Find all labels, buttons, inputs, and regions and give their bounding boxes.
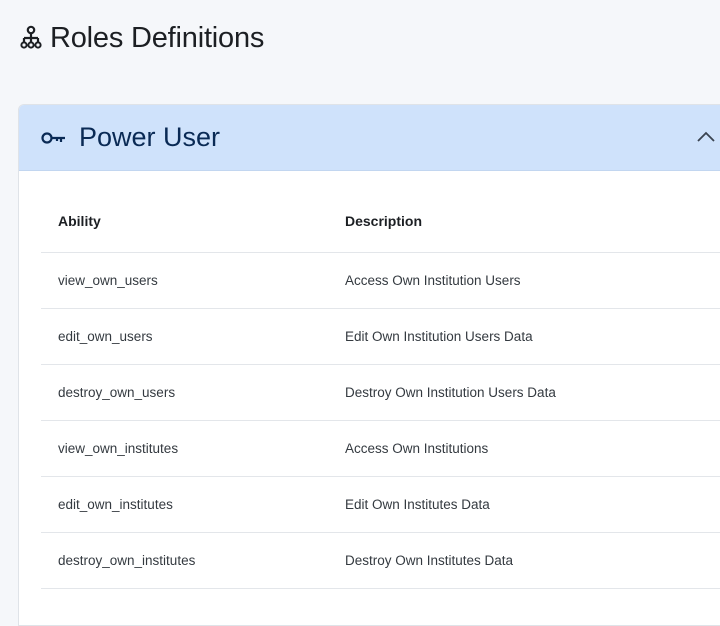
description-cell: Destroy Own Institution Users Data [328,364,720,421]
page-header: Roles Definitions [20,18,264,58]
description-cell: Edit Own Institutes Data [328,476,720,533]
key-icon [41,131,67,145]
ability-cell: edit_own_institutes [41,476,328,533]
table-header-row: Ability Description [41,190,720,253]
abilities-table: Ability Description view_own_users Acces… [41,190,720,589]
table-row: view_own_institutes Access Own Instituti… [41,420,720,477]
ability-cell: destroy_own_institutes [41,532,328,589]
ability-cell: destroy_own_users [41,364,328,421]
role-card-power-user: Power User Ability Description view_own_… [18,104,720,626]
role-card-header[interactable]: Power User [19,105,720,171]
ability-cell: edit_own_users [41,308,328,365]
roles-hierarchy-icon [20,25,42,51]
description-cell: Edit Own Institution Users Data [328,308,720,365]
table-row: destroy_own_users Destroy Own Institutio… [41,364,720,421]
ability-cell: view_own_users [41,252,328,309]
description-cell: Access Own Institution Users [328,252,720,309]
table-row: destroy_own_institutes Destroy Own Insti… [41,532,720,589]
table-row: edit_own_users Edit Own Institution User… [41,308,720,365]
page-title: Roles Definitions [50,21,265,54]
column-header-ability: Ability [41,190,328,253]
table-row: view_own_users Access Own Institution Us… [41,252,720,309]
table-row: edit_own_institutes Edit Own Institutes … [41,476,720,533]
chevron-up-icon[interactable] [695,127,717,147]
ability-cell: view_own_institutes [41,420,328,477]
column-header-description: Description [328,190,720,253]
description-cell: Destroy Own Institutes Data [328,532,720,589]
role-title: Power User [79,122,221,152]
description-cell: Access Own Institutions [328,420,720,477]
